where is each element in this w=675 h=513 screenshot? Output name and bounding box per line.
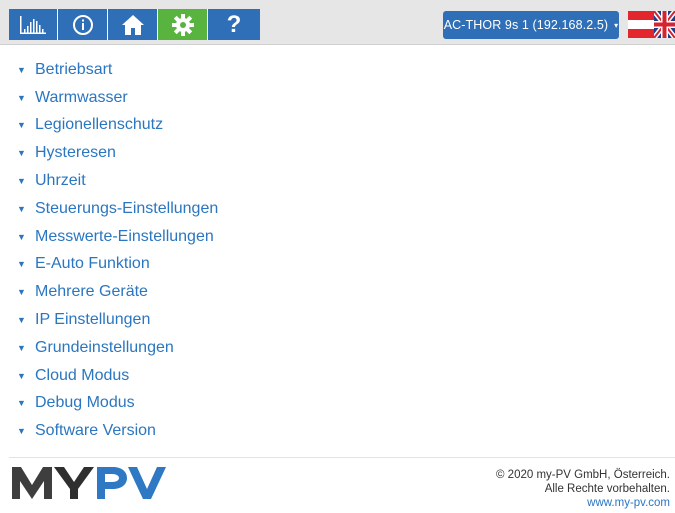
menu-item-label: Cloud Modus	[35, 366, 130, 384]
menu-item-label: Warmwasser	[35, 88, 128, 106]
menu-item-uhrzeit[interactable]: ▼ Uhrzeit	[0, 167, 218, 195]
triangle-down-icon: ▼	[17, 315, 26, 326]
menu-item-label: Software Version	[35, 422, 156, 440]
triangle-down-icon: ▼	[17, 64, 26, 75]
uk-flag-icon[interactable]	[654, 11, 675, 38]
info-button[interactable]	[58, 9, 108, 40]
statistics-icon	[20, 15, 46, 34]
settings-menu: ▼ Betriebsart ▼ Warmwasser ▼ Legionellensch…	[0, 56, 218, 445]
footer-info: © 2020 my-PV GmbH, Österreich. Alle Rech…	[496, 468, 670, 510]
menu-item-label: Debug Modus	[35, 394, 135, 412]
menu-item-label: Hysteresen	[35, 144, 116, 162]
triangle-down-icon: ▼	[17, 287, 26, 298]
triangle-down-icon: ▼	[17, 148, 26, 159]
chevron-down-icon: ▾	[614, 20, 619, 30]
triangle-down-icon: ▼	[17, 398, 26, 409]
device-selector-dropdown[interactable]: AC-THOR 9s 1 (192.168.2.5) ▾	[443, 11, 619, 39]
menu-item-grundeinstellungen[interactable]: ▼ Grundeinstellungen	[0, 334, 218, 362]
menu-item-messwerte-einstellungen[interactable]: ▼ Messwerte-Einstellungen	[0, 223, 218, 251]
menu-item-legionellenschutz[interactable]: ▼ Legionellenschutz	[0, 112, 218, 140]
triangle-down-icon: ▼	[17, 370, 26, 381]
triangle-down-icon: ▼	[17, 120, 26, 131]
menu-item-label: Messwerte-Einstellungen	[35, 227, 214, 245]
website-link[interactable]: www.my-pv.com	[496, 496, 670, 510]
menu-item-label: E-Auto Funktion	[35, 255, 150, 273]
triangle-down-icon: ▼	[17, 426, 26, 437]
menu-item-e-auto-funktion[interactable]: ▼ E-Auto Funktion	[0, 251, 218, 279]
menu-item-warmwasser[interactable]: ▼ Warmwasser	[0, 84, 218, 112]
settings-button[interactable]	[158, 9, 208, 40]
menu-item-label: Betriebsart	[35, 60, 113, 78]
settings-gear-icon	[171, 13, 194, 36]
menu-item-steuerungs-einstellungen[interactable]: ▼ Steuerungs-Einstellungen	[0, 195, 218, 223]
menu-item-label: Uhrzeit	[35, 172, 86, 190]
triangle-down-icon: ▼	[17, 342, 26, 353]
footer-divider	[9, 457, 675, 458]
menu-item-hysteresen[interactable]: ▼ Hysteresen	[0, 139, 218, 167]
menu-item-label: Grundeinstellungen	[35, 338, 174, 356]
top-navigation-bar: ? AC-THOR 9s 1 (192.168.2.5) ▾	[0, 0, 675, 45]
menu-item-label: IP Einstellungen	[35, 311, 151, 329]
triangle-down-icon: ▼	[17, 176, 26, 187]
austria-flag-icon[interactable]	[628, 11, 654, 38]
menu-item-software-version[interactable]: ▼ Software Version	[0, 417, 218, 445]
menu-item-label: Legionellenschutz	[35, 116, 164, 134]
menu-item-label: Mehrere Geräte	[35, 283, 148, 301]
nav-button-group: ?	[9, 9, 260, 41]
menu-item-debug-modus[interactable]: ▼ Debug Modus	[0, 390, 218, 418]
menu-item-betriebsart[interactable]: ▼ Betriebsart	[0, 56, 218, 84]
menu-item-label: Steuerungs-Einstellungen	[35, 199, 219, 217]
menu-item-mehrere-geraete[interactable]: ▼ Mehrere Geräte	[0, 278, 218, 306]
triangle-down-icon: ▼	[17, 231, 26, 242]
statistics-button[interactable]	[9, 9, 58, 40]
mypv-logo	[12, 467, 166, 499]
triangle-down-icon: ▼	[17, 203, 26, 214]
triangle-down-icon: ▼	[17, 92, 26, 103]
menu-item-cloud-modus[interactable]: ▼ Cloud Modus	[0, 362, 218, 390]
menu-item-ip-einstellungen[interactable]: ▼ IP Einstellungen	[0, 306, 218, 334]
info-icon	[72, 14, 93, 35]
home-button[interactable]	[108, 9, 158, 40]
triangle-down-icon: ▼	[17, 259, 26, 270]
rights-text: Alle Rechte vorbehalten.	[544, 483, 670, 495]
copyright-text: © 2020 my-PV GmbH, Österreich.	[496, 469, 670, 481]
device-selector-label: AC-THOR 9s 1 (192.168.2.5)	[443, 18, 609, 32]
home-icon	[121, 14, 144, 35]
help-icon: ?	[226, 10, 242, 38]
help-button[interactable]: ?	[208, 9, 260, 40]
